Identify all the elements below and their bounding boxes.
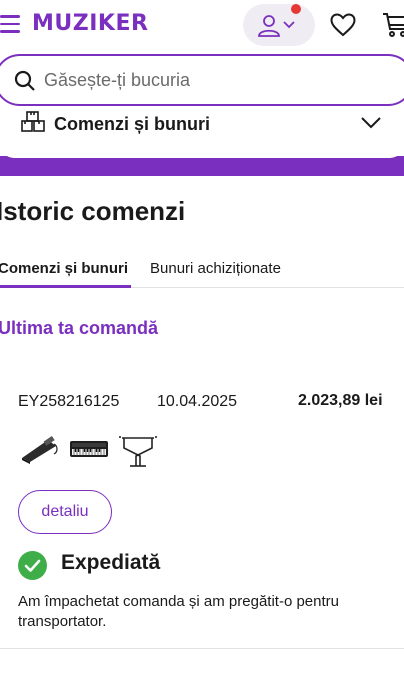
account-button[interactable] bbox=[243, 4, 315, 46]
heart-icon[interactable] bbox=[330, 13, 356, 37]
order-number: EY258216125 bbox=[18, 393, 120, 410]
order-date: 10.04.2025 bbox=[157, 393, 238, 410]
search-bar[interactable] bbox=[0, 54, 404, 106]
tab-orders-and-goods[interactable]: Comenzi și bunuri bbox=[0, 260, 128, 277]
active-tab-indicator bbox=[0, 285, 131, 288]
tab-bar: Comenzi și bunuri Bunuri achiziționate bbox=[0, 254, 404, 288]
order-status-description: Am împachetat comanda și am pregătit-o p… bbox=[18, 593, 339, 630]
user-icon bbox=[258, 15, 280, 37]
last-order-heading: Ultima ta comandă bbox=[0, 318, 159, 338]
header-accent-band bbox=[0, 144, 404, 176]
divider bbox=[0, 648, 404, 649]
chevron-down-icon bbox=[361, 117, 381, 129]
section-selector-label: Comenzi și bunuri bbox=[54, 114, 211, 134]
search-input[interactable] bbox=[44, 67, 374, 93]
order-total: 2.023,89 lei bbox=[298, 392, 383, 409]
cart-icon[interactable] bbox=[382, 12, 404, 38]
tab-purchased-goods[interactable]: Bunuri achiziționate bbox=[150, 260, 281, 277]
order-status: Expediată bbox=[61, 551, 161, 574]
keyboard-stand-image[interactable] bbox=[118, 432, 160, 468]
check-circle-icon bbox=[18, 551, 47, 580]
section-selector[interactable]: Comenzi și bunuri bbox=[0, 104, 404, 144]
search-icon bbox=[14, 70, 35, 91]
page-title: Istoric comenzi bbox=[0, 196, 186, 226]
menu-icon[interactable] bbox=[0, 15, 20, 33]
logo[interactable]: MUZIKER bbox=[32, 11, 148, 36]
packages-icon bbox=[21, 111, 45, 132]
order-detail-button[interactable]: detaliu bbox=[18, 490, 112, 534]
sustain-pedal-image[interactable] bbox=[18, 432, 60, 466]
keyboard-image[interactable] bbox=[68, 432, 110, 466]
notification-dot bbox=[291, 4, 301, 14]
chevron-down-icon bbox=[283, 21, 295, 29]
top-header: MUZIKER bbox=[0, 0, 404, 50]
